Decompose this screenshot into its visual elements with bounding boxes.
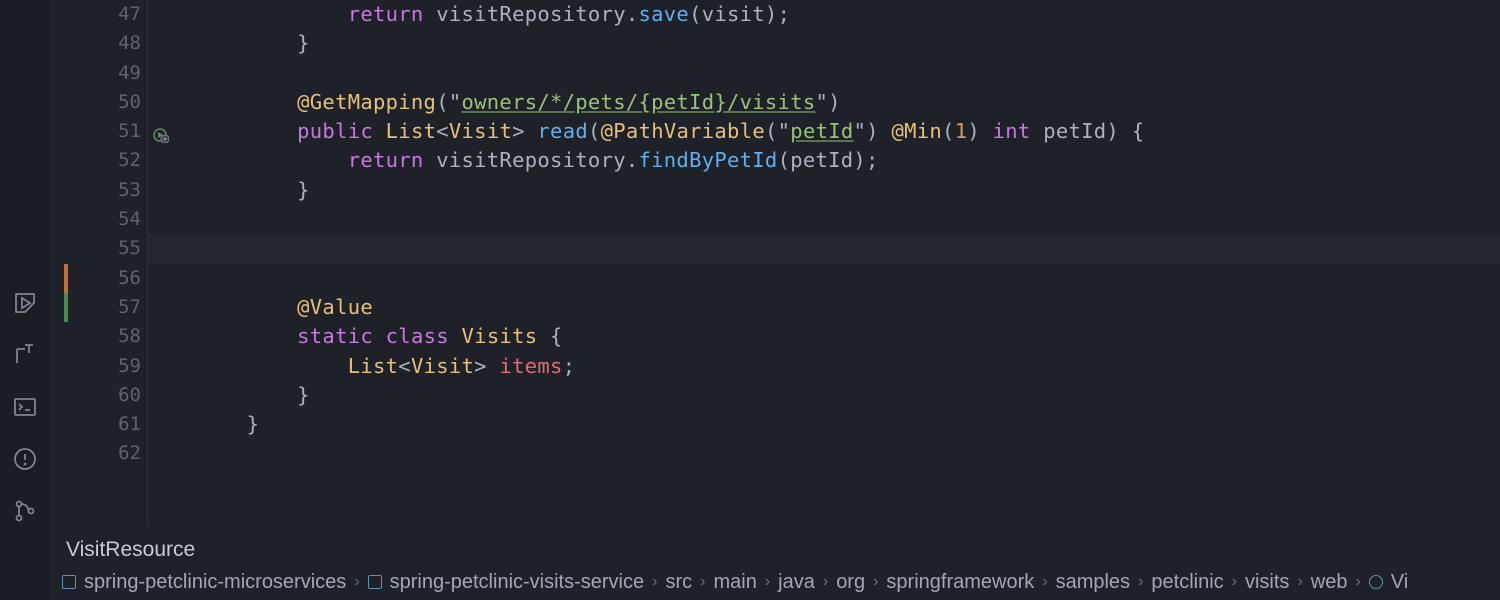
code-line[interactable]: } xyxy=(196,410,1500,439)
breadcrumb-item[interactable]: main xyxy=(713,571,756,594)
breadcrumb-item[interactable]: spring-petclinic-visits-service xyxy=(390,571,645,594)
breadcrumb-item[interactable]: samples xyxy=(1056,571,1130,594)
line-number[interactable]: 48 xyxy=(50,29,141,58)
class-context-label[interactable]: VisitResource xyxy=(50,527,1500,564)
breadcrumb-item[interactable]: web xyxy=(1311,571,1348,594)
run-icon[interactable] xyxy=(12,290,38,316)
chevron-right-icon: › xyxy=(1232,573,1237,591)
code-line[interactable]: return visitRepository.findByPetId(petId… xyxy=(196,146,1500,175)
run-endpoint-icon[interactable] xyxy=(153,123,169,139)
code-line[interactable]: } xyxy=(196,381,1500,410)
module-icon xyxy=(62,575,76,589)
line-number[interactable]: 49 xyxy=(50,59,141,88)
chevron-right-icon: › xyxy=(354,573,359,591)
code-line[interactable]: } xyxy=(196,29,1500,58)
breadcrumb-item[interactable]: petclinic xyxy=(1151,571,1223,594)
line-number[interactable]: 60 xyxy=(50,381,141,410)
line-number[interactable]: 50 xyxy=(50,88,141,117)
line-number[interactable]: 57 xyxy=(50,293,141,322)
problems-icon[interactable] xyxy=(12,446,38,472)
module-icon xyxy=(368,575,382,589)
code-line[interactable]: public List<Visit> read(@PathVariable("p… xyxy=(196,117,1500,146)
line-number[interactable]: 59 xyxy=(50,352,141,381)
code-line[interactable] xyxy=(148,234,1500,263)
code-line[interactable]: @GetMapping("owners/*/pets/{petId}/visit… xyxy=(196,88,1500,117)
chevron-right-icon: › xyxy=(1297,573,1302,591)
chevron-right-icon: › xyxy=(765,573,770,591)
code-lines[interactable]: return visitRepository.save(visit); } @G… xyxy=(148,0,1500,527)
line-number[interactable]: 58 xyxy=(50,322,141,351)
breadcrumb-item[interactable]: springframework xyxy=(886,571,1034,594)
code-line[interactable] xyxy=(196,205,1500,234)
code-line[interactable]: @Value xyxy=(196,293,1500,322)
git-icon[interactable] xyxy=(12,498,38,524)
line-number[interactable]: 47 xyxy=(50,0,141,29)
editor-area: 47484950515253545556575859606162 return … xyxy=(50,0,1500,600)
breadcrumb-item[interactable]: Vi xyxy=(1391,571,1408,594)
breadcrumb-item[interactable]: visits xyxy=(1245,571,1289,594)
line-number[interactable]: 54 xyxy=(50,205,141,234)
chevron-right-icon: › xyxy=(652,573,657,591)
code-container[interactable]: 47484950515253545556575859606162 return … xyxy=(50,0,1500,527)
line-number[interactable]: 61 xyxy=(50,410,141,439)
line-number[interactable]: 55 xyxy=(50,234,141,263)
chevron-right-icon: › xyxy=(1042,573,1047,591)
breadcrumb-item[interactable]: spring-petclinic-microservices xyxy=(84,571,346,594)
line-number[interactable]: 53 xyxy=(50,176,141,205)
code-line[interactable] xyxy=(196,59,1500,88)
code-line[interactable] xyxy=(196,439,1500,468)
chevron-right-icon: › xyxy=(873,573,878,591)
gutter[interactable]: 47484950515253545556575859606162 xyxy=(50,0,148,527)
chevron-right-icon: › xyxy=(1355,573,1360,591)
chevron-right-icon: › xyxy=(1138,573,1143,591)
structure-icon[interactable] xyxy=(12,342,38,368)
line-number[interactable]: 52 xyxy=(50,146,141,175)
code-line[interactable] xyxy=(196,264,1500,293)
breadcrumb-item[interactable]: src xyxy=(665,571,692,594)
activity-bar xyxy=(0,0,50,600)
class-icon xyxy=(1369,575,1383,589)
code-line[interactable]: } xyxy=(196,176,1500,205)
terminal-icon[interactable] xyxy=(12,394,38,420)
breadcrumb-bar[interactable]: spring-petclinic-microservices › spring-pe… xyxy=(50,564,1500,600)
line-number[interactable]: 62 xyxy=(50,439,141,468)
chevron-right-icon: › xyxy=(700,573,705,591)
code-line[interactable]: static class Visits { xyxy=(196,322,1500,351)
code-line[interactable]: return visitRepository.save(visit); xyxy=(196,0,1500,29)
breadcrumb-item[interactable]: org xyxy=(836,571,865,594)
chevron-right-icon: › xyxy=(823,573,828,591)
breadcrumb-item[interactable]: java xyxy=(778,571,815,594)
code-line[interactable]: List<Visit> items; xyxy=(196,352,1500,381)
line-number[interactable]: 56 xyxy=(50,264,141,293)
line-number[interactable]: 51 xyxy=(50,117,141,146)
